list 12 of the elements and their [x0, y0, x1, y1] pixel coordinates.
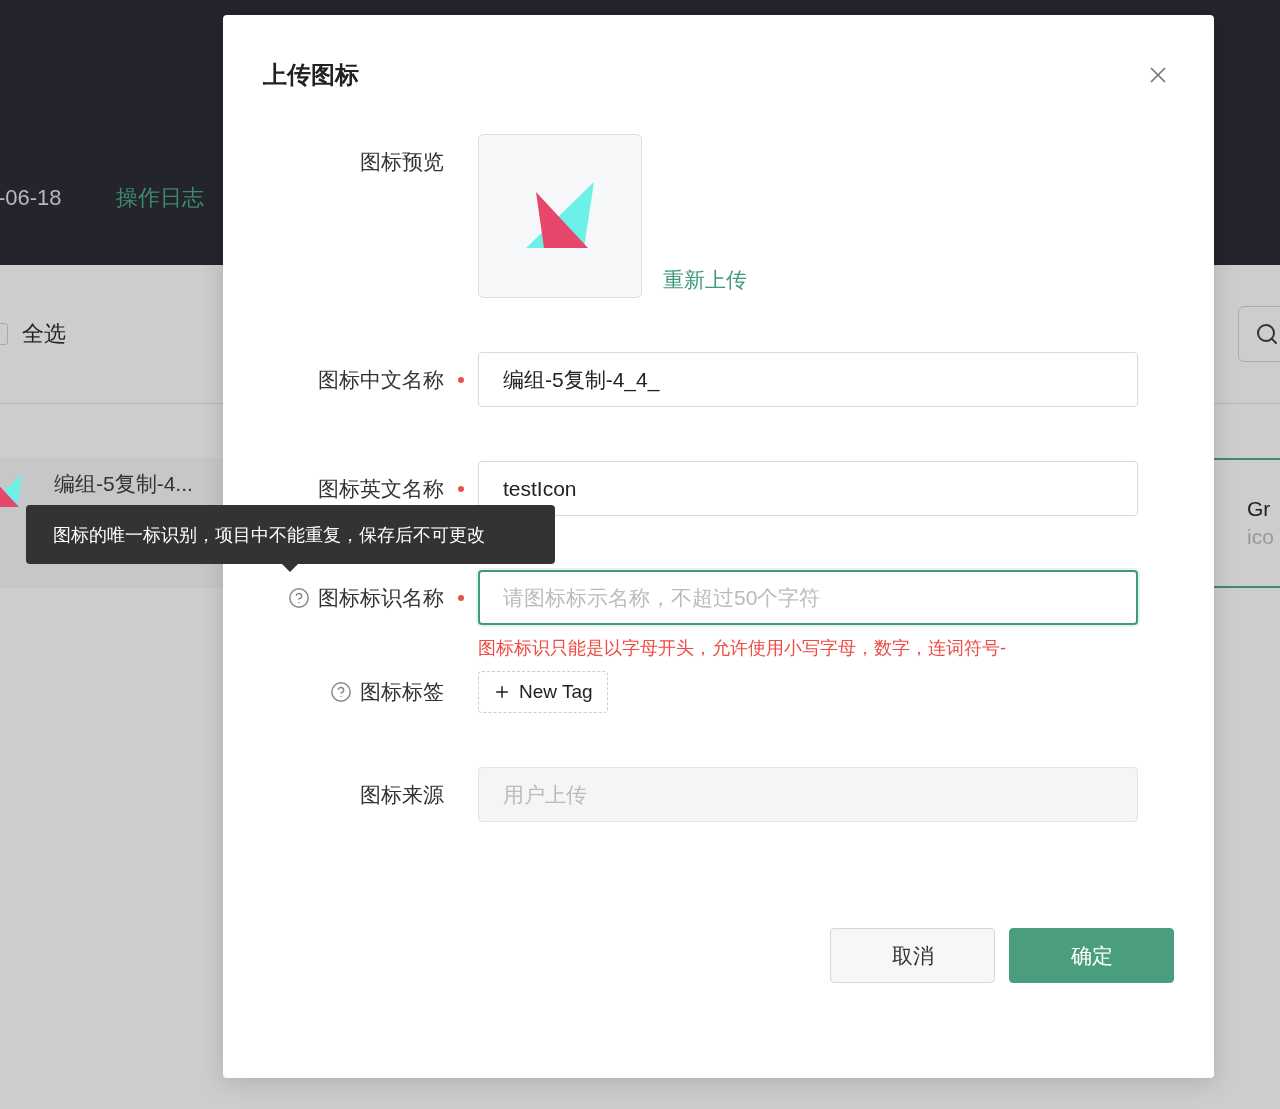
tooltip: 图标的唯一标识别，项目中不能重复，保存后不可更改 — [26, 505, 555, 572]
field-label: 图标标签 — [360, 679, 444, 705]
card-title: Gr — [1247, 496, 1272, 522]
field-label: 图标预览 — [360, 148, 444, 175]
dialog-title: 上传图标 — [263, 60, 359, 90]
select-all-label: 全选 — [22, 320, 66, 348]
item-name: 编组-5复制-4... — [54, 471, 193, 497]
field-label: 图标标识名称 — [318, 584, 444, 611]
error-message: 图标标识只能是以字母开头，允许使用小写字母，数字，连词符号- — [478, 637, 1007, 660]
field-label: 图标中文名称 — [318, 366, 444, 393]
field-label: 图标来源 — [360, 781, 444, 808]
field-label: 图标英文名称 — [318, 475, 444, 502]
